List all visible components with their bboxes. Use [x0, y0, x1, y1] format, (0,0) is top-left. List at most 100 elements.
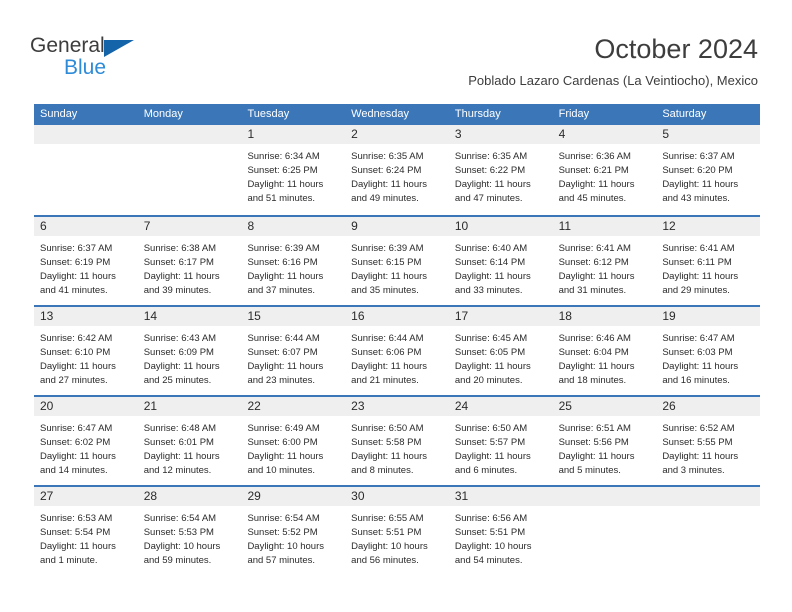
day-info-line: Daylight: 11 hours [40, 271, 116, 282]
day-info-line: Sunrise: 6:39 AM [351, 243, 424, 254]
day-sun-info: Sunrise: 6:39 AM Sunset: 6:15 PM Daylight:… [345, 236, 449, 298]
calendar-day-cell[interactable]: 5 Sunrise: 6:37 AM Sunset: 6:20 PM Daylight… [656, 125, 761, 215]
day-number-band: 17 [448, 307, 553, 326]
calendar-day-cell[interactable]: 26 Sunrise: 6:52 AM Sunset: 5:55 PM Dayligh… [656, 397, 761, 485]
day-sun-info: Sunrise: 6:41 AM Sunset: 6:12 PM Daylight:… [553, 236, 657, 298]
day-number-band: 10 [448, 217, 553, 236]
day-info-line: Sunset: 5:58 PM [351, 437, 422, 448]
day-info-line: Sunset: 6:03 PM [662, 347, 733, 358]
day-info-line: Sunset: 6:12 PM [558, 257, 629, 268]
calendar-day-cell[interactable]: 30 Sunrise: 6:55 AM Sunset: 5:51 PM Dayligh… [345, 487, 449, 575]
day-number: 14 [143, 309, 158, 323]
triangle-icon [104, 40, 134, 57]
day-info-line: and 8 minutes. [351, 465, 414, 476]
day-number-band [552, 487, 657, 506]
day-info-line: Sunset: 6:17 PM [143, 257, 214, 268]
day-info-line: Daylight: 11 hours [558, 179, 635, 190]
day-info-line: Daylight: 11 hours [454, 271, 531, 282]
day-info-line: Sunrise: 6:39 AM [247, 243, 320, 254]
brand-logo[interactable]: General Blue [30, 34, 170, 86]
calendar-day-cell[interactable]: 14 Sunrise: 6:43 AM Sunset: 6:09 PM Dayligh… [137, 307, 242, 395]
day-info-line: Sunset: 6:05 PM [454, 347, 526, 358]
day-number: 5 [662, 127, 669, 141]
day-sun-info: Sunrise: 6:39 AM Sunset: 6:16 PM Daylight:… [241, 236, 345, 298]
day-info-line: Daylight: 10 hours [454, 541, 532, 552]
day-number-band: 14 [137, 307, 242, 326]
day-number: 29 [247, 489, 261, 503]
calendar-day-cell[interactable]: 31 Sunrise: 6:56 AM Sunset: 5:51 PM Dayligh… [448, 487, 553, 575]
calendar-day-cell[interactable]: 6 Sunrise: 6:37 AM Sunset: 6:19 PM Daylight… [34, 217, 138, 305]
day-number: 30 [351, 489, 365, 503]
day-info-line: Sunset: 5:54 PM [40, 527, 111, 538]
calendar-day-cell[interactable]: 13 Sunrise: 6:42 AM Sunset: 6:10 PM Dayligh… [34, 307, 138, 395]
day-sun-info: Sunrise: 6:52 AM Sunset: 5:55 PM Daylight:… [656, 416, 760, 478]
day-info-line: Sunset: 6:20 PM [662, 165, 733, 176]
day-info-line: Sunrise: 6:43 AM [143, 333, 217, 344]
day-number: 9 [351, 219, 358, 233]
day-info-line: Sunrise: 6:37 AM [662, 151, 735, 162]
calendar-week-row: 1 Sunrise: 6:34 AM Sunset: 6:25 PM Daylight… [34, 125, 761, 215]
calendar-day-cell[interactable]: 16 Sunrise: 6:44 AM Sunset: 6:06 PM Dayligh… [345, 307, 449, 395]
calendar-day-cell[interactable]: 19 Sunrise: 6:47 AM Sunset: 6:03 PM Dayligh… [656, 307, 761, 395]
day-info-line: and 51 minutes. [247, 193, 316, 204]
calendar-day-cell[interactable]: 11 Sunrise: 6:41 AM Sunset: 6:12 PM Dayligh… [552, 217, 657, 305]
day-number-band: 27 [34, 487, 138, 506]
day-sun-info: Sunrise: 6:47 AM Sunset: 6:02 PM Daylight:… [34, 416, 138, 478]
day-info-line: and 23 minutes. [247, 375, 316, 386]
day-number: 6 [40, 219, 47, 233]
calendar-day-cell[interactable]: 1 Sunrise: 6:34 AM Sunset: 6:25 PM Daylight… [241, 125, 346, 215]
day-number: 22 [247, 399, 261, 413]
day-info-line: Sunrise: 6:44 AM [247, 333, 320, 344]
day-number-band: 15 [241, 307, 346, 326]
title-block: October 2024 Poblado Lazaro Cardenas (La… [468, 33, 758, 89]
calendar-day-cell[interactable]: 22 Sunrise: 6:49 AM Sunset: 6:00 PM Dayligh… [241, 397, 346, 485]
calendar-day-cell[interactable]: 7 Sunrise: 6:38 AM Sunset: 6:17 PM Daylight… [137, 217, 242, 305]
day-number: 11 [558, 219, 572, 233]
calendar-day-cell[interactable]: 24 Sunrise: 6:50 AM Sunset: 5:57 PM Dayligh… [448, 397, 553, 485]
day-number: 19 [662, 309, 676, 323]
calendar-day-cell[interactable]: 25 Sunrise: 6:51 AM Sunset: 5:56 PM Dayligh… [552, 397, 657, 485]
calendar-day-cell[interactable]: 29 Sunrise: 6:54 AM Sunset: 5:52 PM Dayligh… [241, 487, 346, 575]
day-sun-info: Sunrise: 6:44 AM Sunset: 6:07 PM Daylight:… [241, 326, 345, 388]
calendar-day-cell[interactable]: 21 Sunrise: 6:48 AM Sunset: 6:01 PM Dayligh… [137, 397, 242, 485]
day-info-line: Sunset: 6:22 PM [454, 165, 526, 176]
day-info-line: Daylight: 10 hours [143, 541, 221, 552]
day-info-line: and 35 minutes. [351, 285, 419, 296]
calendar-day-cell[interactable]: 4 Sunrise: 6:36 AM Sunset: 6:21 PM Daylight… [552, 125, 657, 215]
calendar-day-cell[interactable]: 9 Sunrise: 6:39 AM Sunset: 6:15 PM Daylight… [345, 217, 449, 305]
calendar-day-cell[interactable]: 23 Sunrise: 6:50 AM Sunset: 5:58 PM Dayligh… [345, 397, 449, 485]
weekday-header-wednesday: Wednesday [351, 108, 410, 120]
day-number-band: 12 [656, 217, 761, 236]
calendar-day-cell[interactable]: 2 Sunrise: 6:35 AM Sunset: 6:24 PM Daylight… [345, 125, 449, 215]
day-sun-info: Sunrise: 6:53 AM Sunset: 5:54 PM Daylight:… [34, 506, 138, 568]
day-info-line: Sunset: 6:04 PM [558, 347, 629, 358]
calendar-day-cell[interactable]: 3 Sunrise: 6:35 AM Sunset: 6:22 PM Daylight… [448, 125, 553, 215]
calendar-day-cell[interactable]: 28 Sunrise: 6:54 AM Sunset: 5:53 PM Dayligh… [137, 487, 242, 575]
day-number: 4 [558, 127, 566, 141]
calendar-day-cell[interactable]: 8 Sunrise: 6:39 AM Sunset: 6:16 PM Daylight… [241, 217, 346, 305]
day-info-line: Daylight: 11 hours [558, 271, 635, 282]
page-subtitle: Poblado Lazaro Cardenas (La Veintiocho),… [468, 73, 758, 88]
day-info-line: and 49 minutes. [351, 193, 419, 204]
day-info-line: and 57 minutes. [247, 555, 316, 566]
day-number-band: 2 [345, 125, 449, 144]
day-number-band: 20 [34, 397, 138, 416]
calendar-day-cell[interactable]: 27 Sunrise: 6:53 AM Sunset: 5:54 PM Dayligh… [34, 487, 138, 575]
calendar-day-cell[interactable]: 12 Sunrise: 6:41 AM Sunset: 6:11 PM Dayligh… [656, 217, 761, 305]
day-info-line: and 25 minutes. [143, 375, 212, 386]
day-info-line: Sunset: 6:06 PM [351, 347, 422, 358]
day-info-line: Sunrise: 6:51 AM [558, 423, 631, 434]
calendar-day-cell[interactable]: 20 Sunrise: 6:47 AM Sunset: 6:02 PM Dayligh… [34, 397, 138, 485]
day-info-line: Daylight: 11 hours [454, 451, 531, 462]
calendar-day-cell[interactable]: 17 Sunrise: 6:45 AM Sunset: 6:05 PM Dayligh… [448, 307, 553, 395]
calendar-day-cell[interactable]: 18 Sunrise: 6:46 AM Sunset: 6:04 PM Dayligh… [552, 307, 657, 395]
calendar-day-cell[interactable]: 15 Sunrise: 6:44 AM Sunset: 6:07 PM Dayligh… [241, 307, 346, 395]
day-number: 31 [454, 489, 469, 503]
day-info-line: and 45 minutes. [558, 193, 627, 204]
day-info-line: Sunrise: 6:52 AM [662, 423, 735, 434]
day-number: 25 [558, 399, 572, 413]
calendar-day-cell[interactable]: 10 Sunrise: 6:40 AM Sunset: 6:14 PM Dayligh… [448, 217, 553, 305]
day-info-line: and 56 minutes. [351, 555, 419, 566]
day-number-band: 4 [552, 125, 657, 144]
day-info-line: Sunset: 6:15 PM [351, 257, 422, 268]
